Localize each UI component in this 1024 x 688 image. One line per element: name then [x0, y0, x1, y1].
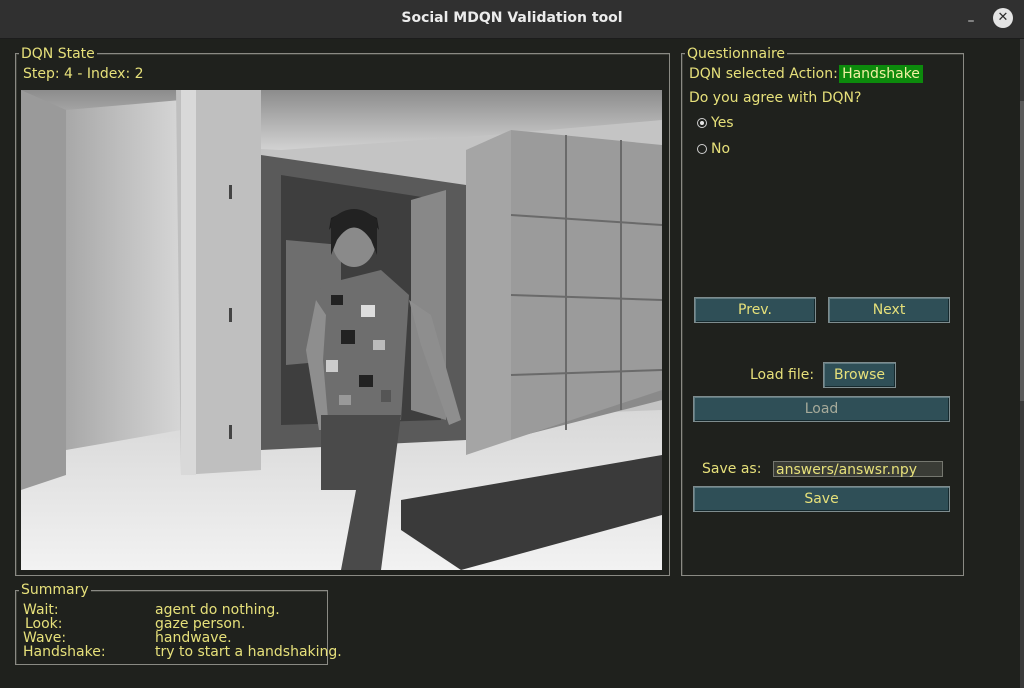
selected-action-label: DQN selected Action:: [689, 66, 838, 82]
step-index-label: Step: 4 - Index: 2: [23, 66, 144, 82]
scrollbar-thumb[interactable]: [1020, 101, 1024, 401]
next-button[interactable]: Next: [828, 297, 950, 323]
summary-value-handshake: try to start a handshaking.: [155, 644, 342, 660]
camera-image: [21, 90, 662, 570]
side-scrollbar[interactable]: [1020, 39, 1024, 688]
load-file-label: Load file:: [750, 367, 815, 383]
summary-key-handshake: Handshake:: [23, 644, 106, 660]
agree-question-label: Do you agree with DQN?: [689, 90, 862, 106]
summary-key-look: Look:: [25, 616, 63, 632]
summary-value-look: gaze person.: [155, 616, 246, 632]
radio-no-label[interactable]: No: [711, 140, 730, 158]
close-icon[interactable]: ✕: [993, 8, 1013, 28]
prev-button[interactable]: Prev.: [694, 297, 816, 323]
questionnaire-frame-label: Questionnaire: [685, 46, 788, 62]
radio-yes-label[interactable]: Yes: [711, 114, 734, 132]
save-as-label: Save as:: [702, 461, 762, 477]
minimize-icon[interactable]: –: [962, 12, 980, 30]
window-title: Social MDQN Validation tool: [401, 10, 623, 26]
dqn-state-frame-label: DQN State: [19, 46, 97, 62]
summary-key-wait: Wait:: [23, 602, 59, 618]
save-button[interactable]: Save: [693, 486, 950, 512]
radio-yes-indicator[interactable]: [697, 118, 707, 128]
corridor-scene-graphic: [21, 90, 662, 570]
save-path-input[interactable]: answers/answsr.npy: [773, 461, 943, 478]
summary-value-wait: agent do nothing.: [155, 602, 280, 618]
radio-no-indicator[interactable]: [697, 144, 707, 154]
summary-frame-label: Summary: [19, 582, 91, 598]
summary-key-wave: Wave:: [23, 630, 67, 646]
title-bar: Social MDQN Validation tool – ✕: [0, 0, 1024, 39]
selected-action-badge: Handshake: [839, 65, 923, 83]
browse-button[interactable]: Browse: [823, 362, 896, 388]
summary-value-wave: handwave.: [155, 630, 232, 646]
load-button[interactable]: Load: [693, 396, 950, 422]
